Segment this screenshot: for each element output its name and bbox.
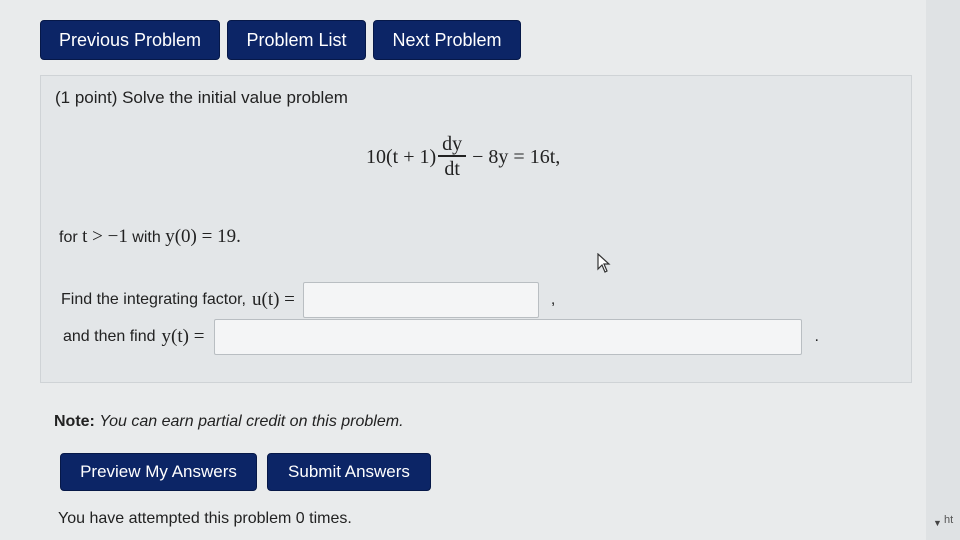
previous-problem-button[interactable]: Previous Problem xyxy=(40,20,220,60)
note-text: You can earn partial credit on this prob… xyxy=(99,413,404,430)
initial-condition: for t > −1 with y(0) = 19. xyxy=(59,226,241,248)
equation-rhs: − 8y = 16t, xyxy=(472,145,561,168)
derivative-fraction: dy dt xyxy=(438,133,467,181)
fraction-numerator: dy xyxy=(442,133,463,156)
problem-navigation: Previous Problem Problem List Next Probl… xyxy=(40,20,521,60)
note-label: Note: xyxy=(54,413,95,430)
row1-trailing: , xyxy=(550,291,556,308)
integrating-factor-row: Find the integrating factor, u(t) = , xyxy=(61,282,555,318)
condition-with-text: with xyxy=(132,229,161,246)
integrating-factor-math: u(t) = xyxy=(252,289,295,310)
corner-text: ht xyxy=(944,514,954,526)
scroll-down-arrow-icon[interactable]: ▼ xyxy=(933,518,942,528)
preview-answers-button[interactable]: Preview My Answers xyxy=(60,453,257,491)
solution-input[interactable] xyxy=(214,319,803,355)
differential-equation: 10(t + 1) dy dt − 8y = 16t, xyxy=(366,131,560,183)
attempts-status: You have attempted this problem 0 times. xyxy=(58,510,352,527)
condition-domain: t > −1 xyxy=(82,226,128,247)
row2-trailing: . xyxy=(814,328,819,345)
equation-lhs-prefix: 10(t + 1) xyxy=(366,145,437,168)
problem-intro: (1 point) Solve the initial value proble… xyxy=(55,88,348,107)
fraction-denominator: dt xyxy=(444,157,460,180)
condition-value: y(0) = 19. xyxy=(165,226,241,247)
vertical-scrollbar[interactable] xyxy=(926,0,960,540)
solution-row: and then find y(t) = . xyxy=(63,319,819,355)
problem-box: (1 point) Solve the initial value proble… xyxy=(40,75,912,383)
solution-math: y(t) = xyxy=(161,326,205,347)
problem-list-button[interactable]: Problem List xyxy=(227,20,366,60)
next-problem-button[interactable]: Next Problem xyxy=(373,20,521,60)
integrating-factor-input[interactable] xyxy=(302,282,539,318)
condition-for-text: for xyxy=(59,229,78,246)
solution-label: and then find xyxy=(63,328,156,345)
answer-actions: Preview My Answers Submit Answers xyxy=(60,453,431,491)
submit-answers-button[interactable]: Submit Answers xyxy=(267,453,431,491)
partial-credit-note: Note: You can earn partial credit on thi… xyxy=(54,413,404,431)
integrating-factor-label: Find the integrating factor, xyxy=(61,291,246,308)
mouse-pointer-icon xyxy=(597,253,611,273)
